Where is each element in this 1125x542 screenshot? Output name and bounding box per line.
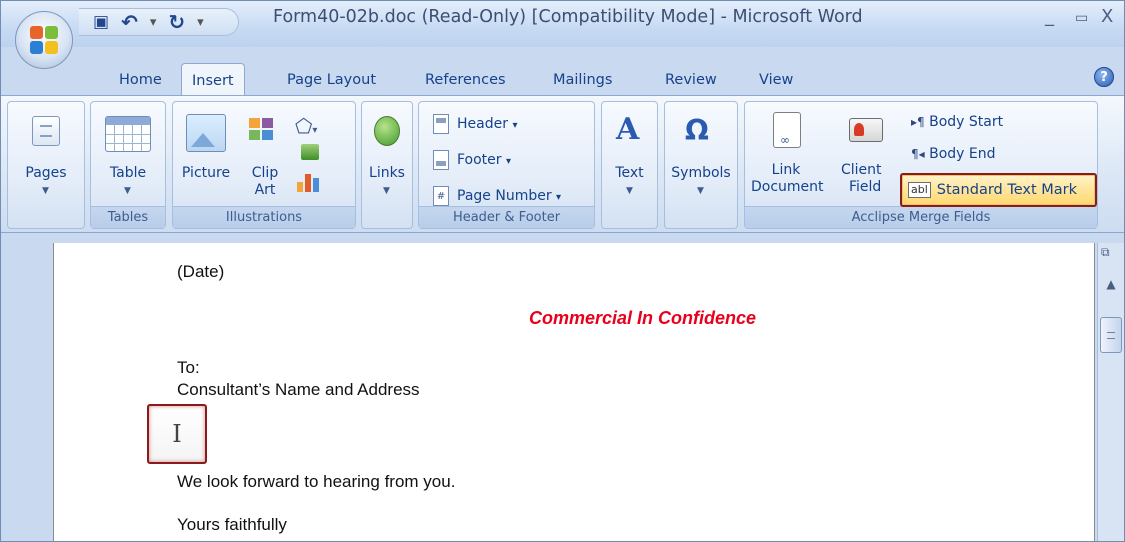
ribbon-tabs: Home Insert Page Layout References Maili… [1, 63, 1124, 95]
standard-text-mark-button[interactable]: abl Standard Text Mark [900, 173, 1097, 207]
word-window: ▣ ↶ ▾ ↻ ▾ Form40-02b.doc (Read-Only) [Co… [0, 0, 1125, 542]
save-icon[interactable]: ▣ [93, 13, 109, 31]
table-button[interactable]: Table [91, 165, 165, 181]
chart-icon[interactable] [297, 172, 321, 192]
chevron-down-icon: ▼ [42, 186, 49, 196]
client-field-label-2: Field [849, 179, 882, 195]
tab-review[interactable]: Review [665, 65, 717, 95]
undo-dropdown-icon[interactable]: ▾ [150, 15, 157, 30]
clip-art-button[interactable]: Clip Art [249, 165, 281, 199]
page-number-icon: # [433, 186, 449, 206]
body-end-icon: ¶◂ [911, 147, 925, 161]
standard-text-mark-label: Standard Text Mark [936, 182, 1078, 198]
text-button[interactable]: Text [602, 165, 657, 181]
link-document-label-1: Link [771, 162, 801, 178]
tab-references[interactable]: References [425, 65, 506, 95]
page-number-button[interactable]: Page Number ▾ [457, 188, 561, 204]
consultant-name-address: Consultant’s Name and Address [177, 380, 420, 399]
close-button[interactable]: X [1101, 6, 1113, 27]
tab-mailings[interactable]: Mailings [553, 65, 612, 95]
client-field-button[interactable]: Client Field [841, 162, 895, 196]
body-start-button[interactable]: ▸¶ Body Start [911, 114, 1003, 130]
date-text: (Date) [177, 262, 225, 281]
signoff-text: Yours faithfully [177, 515, 287, 534]
pages-icon [32, 116, 60, 146]
clip-art-label-1: Clip [251, 165, 279, 181]
links-icon [374, 116, 400, 146]
clip-art-label-2: Art [254, 182, 276, 198]
confidential-heading: Commercial In Confidence [529, 308, 757, 328]
footer-label: Footer [457, 152, 502, 168]
symbols-button[interactable]: Symbols [665, 165, 737, 181]
group-symbols: Ω Symbols ▼ [664, 101, 738, 229]
clip-art-icon [249, 118, 275, 140]
group-label-tables: Tables [91, 206, 165, 228]
footer-icon [433, 150, 449, 170]
link-document-icon: ∞ [773, 112, 801, 148]
shapes-icon[interactable]: ⬠▾ [295, 114, 317, 138]
help-icon[interactable]: ? [1094, 67, 1114, 87]
picture-icon [186, 114, 226, 152]
footer-button[interactable]: Footer ▾ [457, 152, 511, 168]
chevron-down-icon: ▼ [383, 186, 390, 196]
client-field-icon [849, 118, 883, 142]
link-document-label-2: Document [751, 179, 824, 195]
group-header-footer: Header ▾ Footer ▾ # Page Number ▾ Header… [418, 101, 595, 229]
title-bar: ▣ ↶ ▾ ↻ ▾ Form40-02b.doc (Read-Only) [Co… [1, 1, 1124, 47]
link-document-button[interactable]: Link Document [751, 162, 824, 196]
group-label-illustrations: Illustrations [173, 206, 355, 228]
header-button[interactable]: Header ▾ [457, 116, 517, 132]
header-label: Header [457, 116, 508, 132]
group-label-header-footer: Header & Footer [419, 206, 594, 228]
office-button[interactable] [15, 11, 73, 69]
links-button[interactable]: Links [362, 165, 412, 181]
tab-insert[interactable]: Insert [181, 63, 245, 95]
scroll-up-icon[interactable]: ▲ [1101, 277, 1121, 293]
page-number-label: Page Number [457, 188, 552, 204]
tab-page-layout[interactable]: Page Layout [287, 65, 376, 95]
omega-icon: Ω [685, 114, 709, 147]
chevron-down-icon: ▼ [626, 186, 633, 196]
body-end-label: Body End [929, 146, 996, 162]
group-links: Links ▼ [361, 101, 413, 229]
table-icon [105, 116, 151, 152]
undo-icon[interactable]: ↶ [121, 12, 138, 32]
body-end-button[interactable]: ¶◂ Body End [911, 146, 996, 162]
group-pages: Pages ▼ [7, 101, 85, 229]
smartart-icon[interactable] [301, 144, 319, 160]
picture-button[interactable]: Picture [179, 165, 233, 181]
redo-icon[interactable]: ↻ [168, 12, 185, 32]
to-label: To: [177, 358, 200, 377]
group-illustrations: Picture Clip Art ⬠▾ Illustrations [172, 101, 356, 229]
text-field-icon: abl [908, 182, 931, 198]
split-view-icon[interactable]: ⧉ [1101, 245, 1119, 263]
window-title: Form40-02b.doc (Read-Only) [Compatibilit… [273, 7, 863, 27]
scroll-thumb[interactable] [1100, 317, 1122, 353]
group-acclipse-merge-fields: ∞ Link Document Client Field ▸¶ Body Sta… [744, 101, 1098, 229]
group-label-acclipse: Acclipse Merge Fields [745, 206, 1097, 228]
minimize-button[interactable]: _ [1045, 6, 1054, 27]
chevron-down-icon: ▼ [697, 186, 704, 196]
header-icon [433, 114, 449, 134]
text-box-icon: A [616, 112, 640, 147]
ribbon: Pages ▼ Table ▼ Tables Picture Clip Art … [1, 95, 1124, 233]
pages-button[interactable]: Pages [8, 165, 84, 181]
text-cursor-icon: I [147, 404, 207, 464]
group-tables: Table ▼ Tables [90, 101, 166, 229]
tab-home[interactable]: Home [119, 65, 162, 95]
closing-line: We look forward to hearing from you. [177, 472, 456, 491]
body-start-label: Body Start [929, 114, 1004, 130]
chevron-down-icon: ▼ [124, 186, 131, 196]
body-start-icon: ▸¶ [911, 115, 925, 129]
group-text: A Text ▼ [601, 101, 658, 229]
tab-view[interactable]: View [759, 65, 793, 95]
quick-access-toolbar: ▣ ↶ ▾ ↻ ▾ [79, 8, 239, 36]
client-field-label-1: Client [841, 162, 882, 178]
office-logo-icon [30, 26, 60, 56]
maximize-button[interactable]: ▭ [1075, 10, 1088, 26]
customize-qat-icon[interactable]: ▾ [197, 15, 204, 30]
